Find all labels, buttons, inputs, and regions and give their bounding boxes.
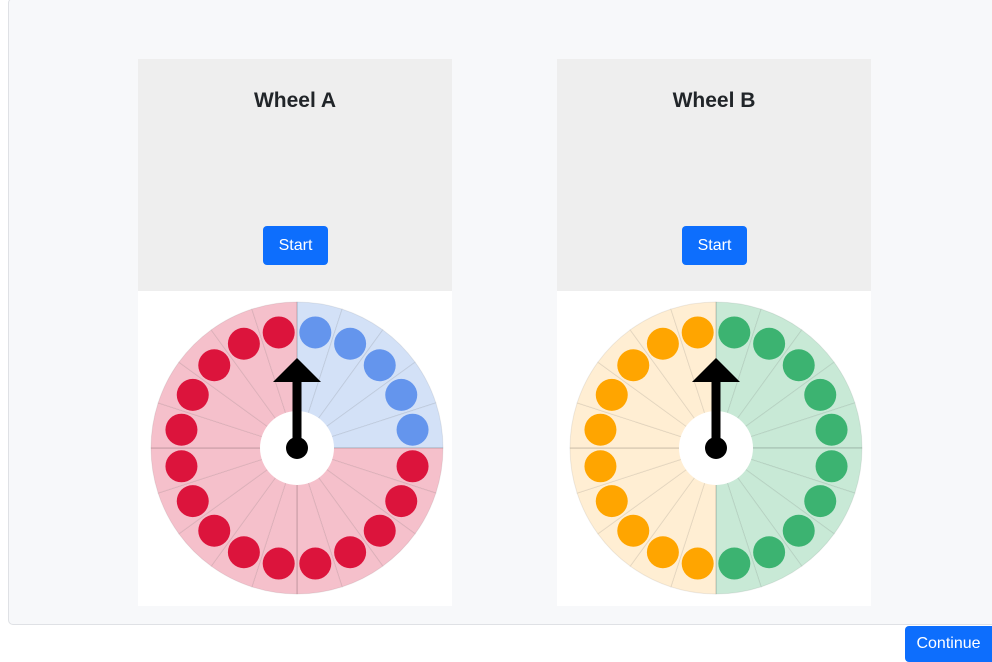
wheel-dot-a <box>617 349 650 382</box>
wheels-panel: Wheel A Start Wheel B Start <box>8 0 992 625</box>
wheel-dot-b <box>782 349 815 382</box>
wheel-dot-a <box>584 450 617 483</box>
wheel-b-card: Wheel B Start <box>557 59 871 606</box>
wheel-b-title: Wheel B <box>672 89 756 112</box>
wheel-dot-b <box>815 413 848 446</box>
wheel-dot-a <box>363 514 396 547</box>
wheel-dot-a <box>584 413 617 446</box>
continue-button[interactable]: Continue <box>905 626 992 662</box>
wheel-dot-a <box>262 316 295 349</box>
wheel-a-header: Wheel A Start <box>138 59 452 291</box>
wheel-a-card: Wheel A Start <box>138 59 452 606</box>
wheel-dot-a <box>681 316 714 349</box>
wheel-dot-a <box>396 450 429 483</box>
wheel-dot-b <box>753 536 786 569</box>
wheel-dot-b <box>718 547 751 580</box>
wheel-b-start-button[interactable]: Start <box>682 226 747 265</box>
wheel-dot-a <box>165 413 198 446</box>
wheel-dot-b <box>753 327 786 360</box>
wheel-dot-b <box>782 514 815 547</box>
wheel-dot-a <box>595 378 628 411</box>
wheel-dot-b <box>299 316 332 349</box>
wheel-b[interactable] <box>569 301 863 595</box>
wheel-dot-b <box>396 413 429 446</box>
wheel-dot-a <box>176 378 209 411</box>
wheel-dot-a <box>646 536 679 569</box>
wheel-dot-a <box>595 485 628 518</box>
wheel-b-header: Wheel B Start <box>557 59 871 291</box>
wheel-dot-b <box>334 327 367 360</box>
wheel-dot-a <box>198 514 231 547</box>
wheel-dot-b <box>804 485 837 518</box>
wheel-b-area <box>557 291 871 606</box>
wheel-dot-a <box>227 327 260 360</box>
wheel-dot-a <box>299 547 332 580</box>
wheel-dot-a <box>176 485 209 518</box>
wheel-dot-b <box>363 349 396 382</box>
wheel-a-area <box>138 291 452 606</box>
wheel-dot-b <box>385 378 418 411</box>
wheel-dot-a <box>646 327 679 360</box>
wheel-dot-a <box>334 536 367 569</box>
wheel-dot-a <box>681 547 714 580</box>
wheel-dot-a <box>385 485 418 518</box>
wheel-dot-a <box>198 349 231 382</box>
wheel-a-start-button[interactable]: Start <box>263 226 328 265</box>
wheel-dot-a <box>227 536 260 569</box>
wheel-dot-b <box>718 316 751 349</box>
wheel-a-title: Wheel A <box>253 89 337 112</box>
wheel-dot-b <box>804 378 837 411</box>
wheel-a[interactable] <box>150 301 444 595</box>
wheel-dot-a <box>165 450 198 483</box>
wheel-dot-b <box>815 450 848 483</box>
wheel-dot-a <box>262 547 295 580</box>
wheel-dot-a <box>617 514 650 547</box>
